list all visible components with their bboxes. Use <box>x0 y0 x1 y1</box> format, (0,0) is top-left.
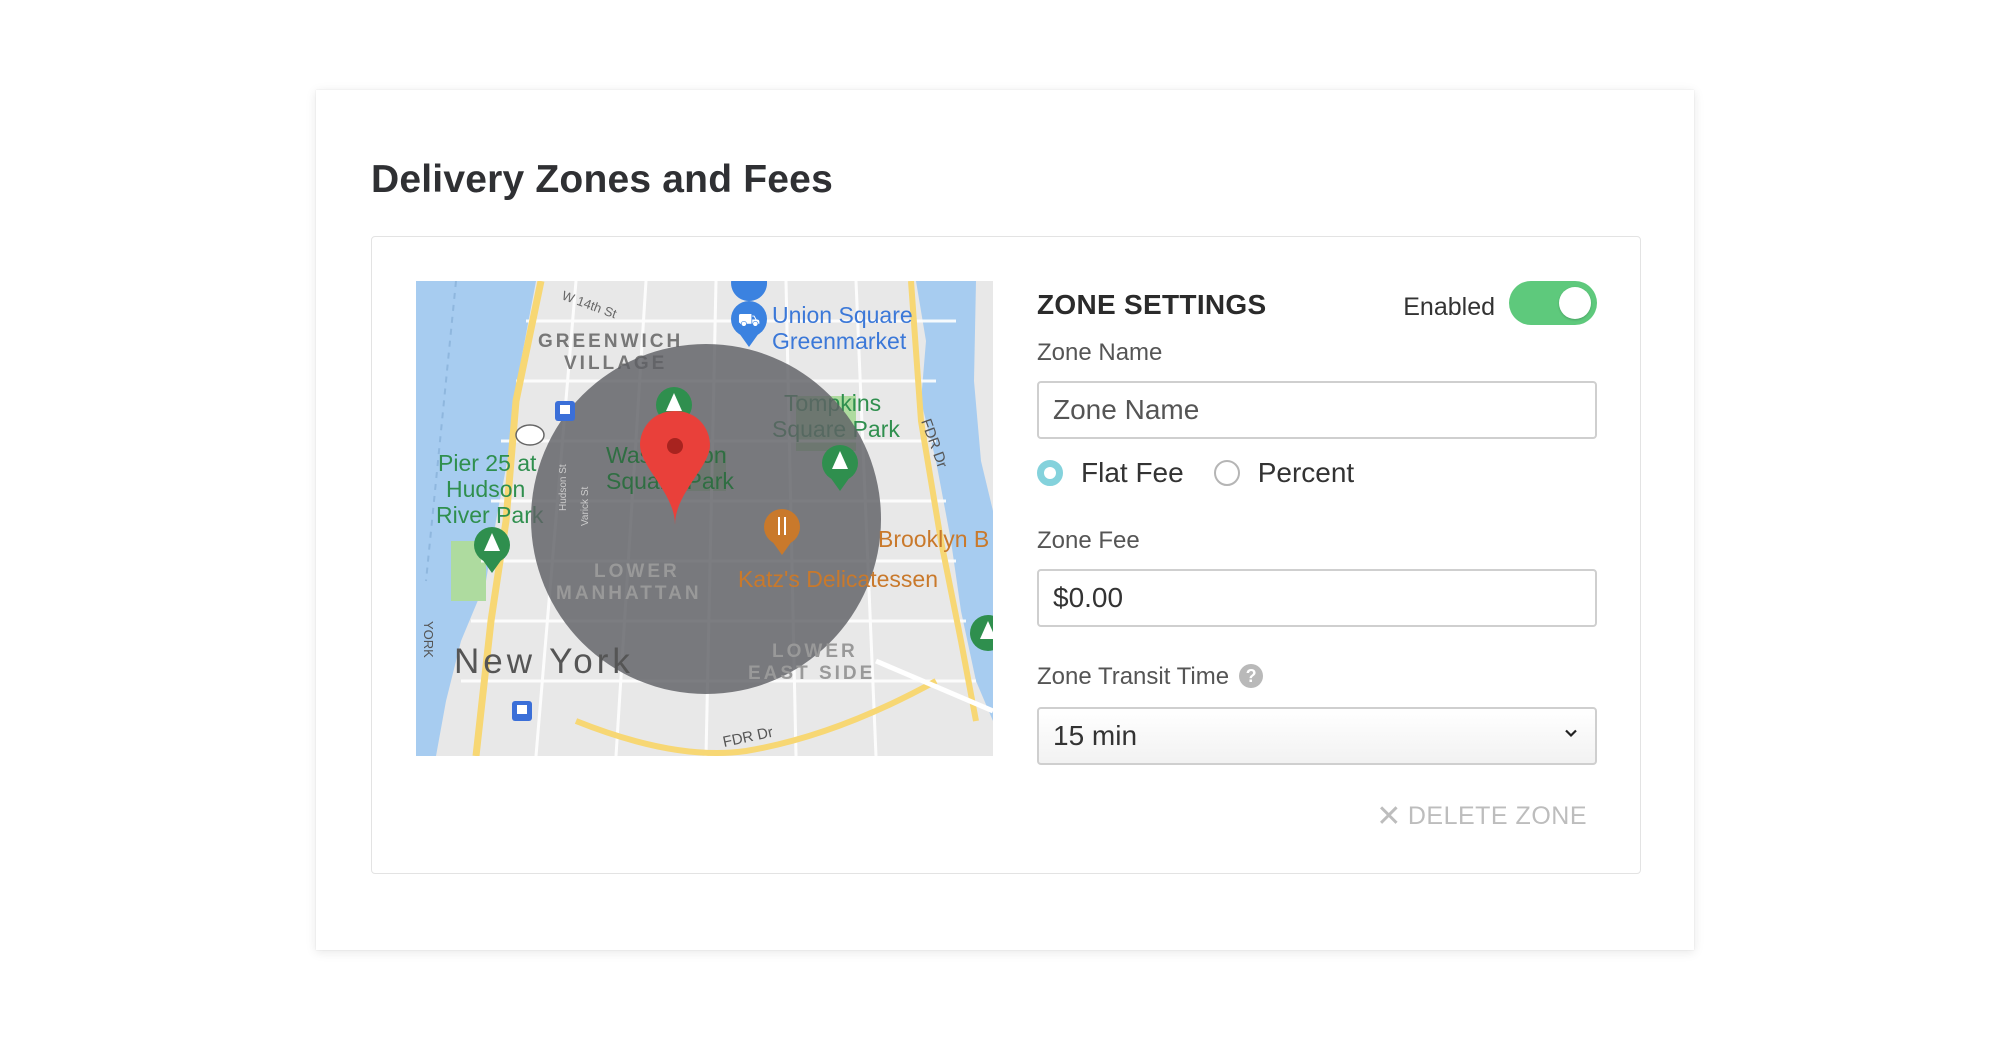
enabled-toggle[interactable] <box>1509 281 1597 325</box>
map-label-lower-east: LOWER <box>772 641 858 662</box>
map-label-new-york: New York <box>454 642 634 681</box>
map-label-manhattan: MANHATTAN <box>556 583 702 604</box>
enabled-label: Enabled <box>1403 293 1495 321</box>
route-shield-icon <box>515 424 545 446</box>
zone-panel: W 14th St GREENWICH VILLAGE Union Square… <box>371 236 1641 874</box>
map-label-east-side: EAST SIDE <box>748 663 875 684</box>
delivery-zones-card: Delivery Zones and Fees W 14th St GREENW… <box>316 90 1694 950</box>
fee-type-radio-group: Flat Fee Percent <box>1037 453 1384 493</box>
zone-name-label: Zone Name <box>1037 339 1163 366</box>
chevron-down-icon <box>1565 729 1577 738</box>
map-label-varick-st: Varick St <box>580 487 591 526</box>
zone-name-input[interactable] <box>1037 381 1597 439</box>
map-label-brooklyn: Brooklyn B <box>878 526 989 552</box>
flat-fee-label: Flat Fee <box>1081 457 1184 488</box>
zone-fee-label: Zone Fee <box>1037 527 1140 554</box>
radio-unchecked-icon[interactable] <box>1213 460 1240 486</box>
map-label-pier: Pier 25 at <box>438 450 537 476</box>
map-label-hudson: Hudson <box>446 476 525 502</box>
map-label-greenwich: GREENWICH <box>538 331 683 352</box>
delete-zone-label: DELETE ZONE <box>1407 802 1587 830</box>
help-icon[interactable]: ? <box>1239 664 1264 688</box>
delete-zone-button[interactable]: ✕ DELETE ZONE <box>1376 799 1587 834</box>
close-icon: ✕ <box>1376 800 1402 833</box>
toggle-knob <box>1559 287 1591 319</box>
zone-transit-time-select[interactable]: 15 min <box>1037 707 1597 765</box>
flat-fee-radio[interactable]: Flat Fee <box>1037 457 1184 489</box>
page-title: Delivery Zones and Fees <box>371 158 833 201</box>
map-label-hudson-st: Hudson St <box>558 464 569 511</box>
map-label-river-park: River Park <box>436 502 544 528</box>
transit-time-selected: 15 min <box>1053 720 1138 751</box>
percent-label: Percent <box>1257 457 1355 488</box>
transit-icon[interactable] <box>512 701 532 721</box>
radio-checked-icon[interactable] <box>1037 460 1063 486</box>
percent-radio[interactable]: Percent <box>1213 457 1355 489</box>
map-label-greenmarket: Greenmarket <box>772 328 907 354</box>
zone-fee-input[interactable] <box>1037 569 1597 627</box>
svg-text:⛟: ⛟ <box>738 310 761 330</box>
map-label-union-square: Union Square <box>772 302 913 328</box>
zone-transit-time-label: Zone Transit Time? <box>1037 663 1264 691</box>
map-canvas[interactable]: W 14th St GREENWICH VILLAGE Union Square… <box>416 281 993 756</box>
map-label-katz: Katz's Delicatessen <box>738 566 938 592</box>
zone-map[interactable]: W 14th St GREENWICH VILLAGE Union Square… <box>416 281 993 756</box>
map-label-lower: LOWER <box>594 561 680 582</box>
zone-settings-title: ZONE SETTINGS <box>1037 289 1267 320</box>
zone-transit-time-text: Zone Transit Time <box>1037 663 1230 690</box>
transit-icon[interactable] <box>555 401 575 421</box>
map-label-york: YORK <box>421 621 436 658</box>
